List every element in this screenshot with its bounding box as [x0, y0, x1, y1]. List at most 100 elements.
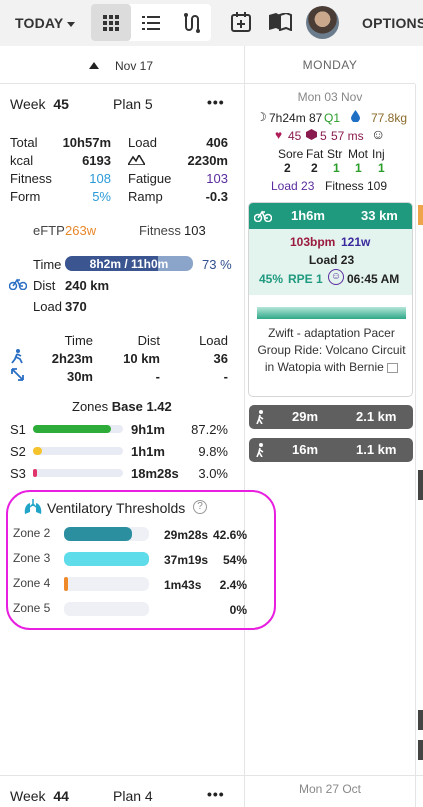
vt-zone-bar-fill	[64, 552, 149, 566]
elevation-icon	[128, 155, 145, 165]
sleep-moon-icon: ☽	[256, 110, 267, 124]
fatigue-value: 103	[206, 171, 228, 186]
next-day-edge	[418, 710, 423, 730]
activity-distance: 1.1 km	[356, 442, 397, 457]
route-icon	[184, 12, 200, 33]
zone-bar	[33, 447, 123, 455]
header-day: MONDAY	[302, 57, 358, 72]
power-chart-thumbnail	[257, 307, 406, 319]
sort-up-icon[interactable]	[89, 62, 99, 69]
grid-icon	[103, 14, 119, 31]
workout-watts: 121w	[341, 235, 371, 249]
load-value: 370	[65, 299, 87, 314]
bike-icon	[9, 278, 27, 290]
stat-value: 406	[206, 135, 228, 150]
stat-value: 6193	[82, 153, 111, 168]
avatar[interactable]	[306, 6, 339, 39]
week-number: 44	[53, 788, 69, 804]
stat-value: 10h57m	[62, 135, 111, 150]
bike-icon	[254, 210, 272, 222]
stat-label: Ramp	[128, 189, 163, 204]
week-column-header: Nov 17	[0, 46, 244, 84]
activity-dist: -	[155, 369, 160, 384]
zones-label: Zones	[72, 399, 109, 414]
week-number: 45	[53, 96, 69, 112]
workout-duration: 1h6m	[291, 208, 325, 223]
workout-bpm: 103bpm	[290, 235, 336, 249]
activity-duration: 16m	[292, 442, 319, 457]
zone-pct: 3.0%	[198, 466, 228, 481]
more-menu-icon[interactable]: •••	[207, 94, 225, 110]
hrv-hex-icon	[306, 129, 317, 140]
vt-zone-time: 29m28s	[164, 528, 209, 542]
weight-value: 77.8kg	[371, 111, 408, 125]
stat-label: Total	[10, 135, 38, 150]
wellness-value: 1	[333, 161, 340, 175]
workout-title: Zwift - adaptation Pacer Group Ride: Vol…	[255, 325, 408, 376]
elevation-value: 2230m	[187, 153, 228, 168]
fitness-value: 108	[89, 171, 111, 186]
sleep-quality: Q1	[324, 111, 341, 125]
dist-value: 240 km	[65, 278, 110, 293]
header-date: Nov 17	[115, 59, 154, 73]
zone-bar-fill	[33, 447, 42, 455]
workout-rpe: RPE 1	[288, 272, 323, 286]
vt-zone-name: Zone 4	[13, 576, 51, 590]
ventilatory-title: Ventilatory Thresholds	[47, 500, 186, 516]
plan-label[interactable]: Plan 4	[113, 788, 153, 804]
zones-base: Base 1.42	[111, 399, 172, 414]
options-button[interactable]: OPTIONS	[362, 15, 423, 31]
eftp-label: eFTP	[33, 223, 65, 238]
arrows-icon	[11, 368, 24, 381]
vt-zone-bar-fill	[64, 527, 132, 541]
hrv-ms: 57 ms	[331, 129, 364, 143]
walk-icon	[256, 443, 264, 457]
vt-zone-pct: 2.4%	[219, 578, 247, 592]
more-menu-icon[interactable]: •••	[207, 786, 225, 802]
plan-label[interactable]: Plan 5	[113, 96, 153, 112]
column-divider-right	[415, 84, 416, 807]
workout-load: Load 23	[308, 253, 355, 267]
water-drop-icon	[351, 110, 360, 122]
wellness-header: Fat	[306, 147, 324, 161]
wellness-value: 2	[284, 161, 291, 175]
activity-pill[interactable]: 16m 1.1 km	[249, 438, 413, 462]
calendar-view-button[interactable]	[91, 4, 131, 41]
library-button[interactable]	[268, 10, 292, 34]
day-column-header: MONDAY	[245, 46, 415, 84]
list-view-button[interactable]	[131, 4, 171, 41]
day-fitness: Fitness 109	[325, 179, 388, 193]
zones-title: Zones Base 1.42	[72, 399, 172, 414]
workout-header: 1h6m 33 km	[249, 203, 412, 229]
today-dropdown[interactable]: TODAY	[15, 15, 76, 31]
zone-bar	[33, 469, 123, 477]
stat-label: Load	[128, 135, 157, 150]
smiley-icon: ☺	[371, 126, 386, 142]
caret-down-icon	[67, 21, 76, 27]
week-divider	[0, 775, 423, 776]
wellness-header: Inj	[372, 147, 385, 161]
day-date: Mon 27 Oct	[298, 782, 362, 796]
route-view-button[interactable]	[171, 4, 211, 41]
sleep-duration: 7h24m	[269, 111, 306, 125]
wellness-header: Mot	[348, 147, 369, 161]
vt-zone-pct: 42.6%	[212, 528, 247, 542]
next-day-edge	[418, 740, 423, 760]
zone-bar-fill	[33, 425, 112, 433]
help-icon[interactable]: ?	[193, 500, 207, 514]
form-value: 5%	[92, 189, 111, 204]
workout-card[interactable]: 1h6m 33 km 103bpm 121w Load 23 45% RPE 1…	[248, 202, 413, 397]
resting-hr: 45	[288, 129, 302, 143]
week-label: Week	[10, 788, 46, 804]
add-calendar-button[interactable]	[229, 10, 253, 34]
week-title: Week 44	[10, 788, 69, 804]
vt-zone-pct: 54%	[222, 553, 247, 567]
wellness-value: 1	[355, 161, 362, 175]
stat-label: Form	[10, 189, 41, 204]
vt-zone-time: 37m19s	[164, 553, 209, 567]
table-header: Dist	[137, 333, 160, 348]
workout-distance: 33 km	[361, 208, 398, 223]
activity-pill[interactable]: 29m 2.1 km	[249, 405, 413, 429]
zone-bar	[33, 425, 123, 433]
activity-time: 2h23m	[51, 351, 93, 366]
